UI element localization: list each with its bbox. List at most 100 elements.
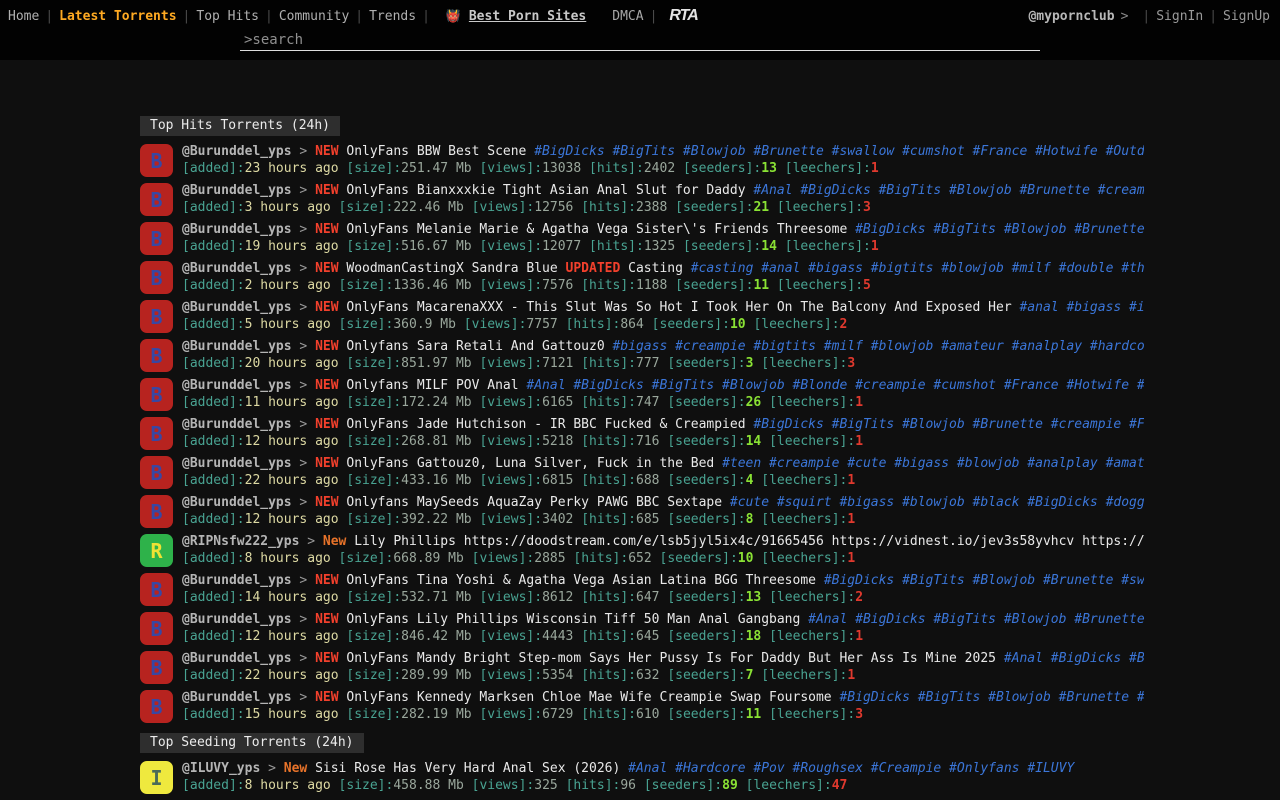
torrent-title[interactable]: OnlyFans MacarenaXXX - This Slut Was So … [346,300,1011,315]
user-avatar[interactable]: I [140,761,173,794]
user-avatar[interactable]: B [140,183,173,216]
torrent-title[interactable]: Onlyfans MILF POV Anal [346,378,518,393]
username-link[interactable]: @RIPNsfw222_yps [182,534,299,549]
user-avatar[interactable]: B [140,417,173,450]
user-avatar[interactable]: B [140,651,173,684]
username-link[interactable]: @Burunddel_yps [182,456,292,471]
signin-link[interactable]: SignIn [1156,9,1203,24]
torrent-row[interactable]: B@Burunddel_yps > NEW OnlyFans Tina Yosh… [140,573,1280,606]
user-avatar[interactable]: B [140,573,173,606]
torrent-row[interactable]: B@Burunddel_yps > NEW WoodmanCastingX Sa… [140,261,1280,294]
torrent-row[interactable]: B@Burunddel_yps > NEW OnlyFans Gattouz0,… [140,456,1280,489]
torrent-tags[interactable]: #teen #creampie #cute #bigass #blowjob #… [722,456,1144,471]
torrent-title[interactable]: OnlyFans Bianxxxkie Tight Asian Anal Slu… [346,183,745,198]
torrent-tags[interactable]: #Anal #BigDicks #BigTits #Blowjob #Brune… [753,183,1144,198]
best-porn-sites-link[interactable]: Best Porn Sites [469,9,586,24]
torrent-tags[interactable]: #casting #anal #bigass #bigtits #blowjob… [691,261,1144,276]
torrent-title[interactable]: WoodmanCastingX Sandra Blue [346,261,557,276]
username-link[interactable]: @Burunddel_yps [182,300,292,315]
user-avatar[interactable]: B [140,222,173,255]
user-avatar[interactable]: R [140,534,173,567]
torrent-title[interactable]: OnlyFans Mandy Bright Step-mom Says Her … [346,651,996,666]
stat-label-hits: [hits]: [589,239,644,254]
username-link[interactable]: @Burunddel_yps [182,651,292,666]
search-input[interactable] [240,31,1040,51]
torrent-tags[interactable]: #BigDicks #BigTits #Blowjob #Brunette #s… [855,222,1144,237]
stat-label-added: [added]: [182,278,245,293]
torrent-tags[interactable]: #Anal #BigDicks #BigTits #Blowjob #Blond… [526,378,1144,393]
torrent-title[interactable]: OnlyFans Melanie Marie & Agatha Vega Sis… [346,222,847,237]
torrent-row[interactable]: B@Burunddel_yps > NEW Onlyfans MaySeeds … [140,495,1280,528]
torrent-row[interactable]: B@Burunddel_yps > NEW OnlyFans Lily Phil… [140,612,1280,645]
nav-item-trends[interactable]: Trends [369,9,416,24]
torrent-tags[interactable]: #bigass #creampie #bigtits #milf #blowjo… [612,339,1144,354]
torrent-title[interactable]: Sisi Rose Has Very Hard Anal Sex (2026) [315,761,620,776]
user-avatar[interactable]: B [140,495,173,528]
account-link[interactable]: @mypornclub [1028,9,1114,24]
username-link[interactable]: @Burunddel_yps [182,612,292,627]
torrent-tags[interactable]: #Anal #BigDicks #BigTits #Blowjob #Brune… [808,612,1144,627]
torrent-tags[interactable]: #cute #squirt #bigass #blowjob #black #B… [730,495,1144,510]
torrent-title[interactable]: Onlyfans MaySeeds AquaZay Perky PAWG BBC… [346,495,722,510]
stat-label-added: [added]: [182,161,245,176]
torrent-row[interactable]: B@Burunddel_yps > NEW OnlyFans Mandy Bri… [140,651,1280,684]
torrent-tags[interactable]: #BigDicks #BigTits #Blowjob #Brunette #s… [839,690,1144,705]
torrent-title[interactable]: Casting [628,261,683,276]
username-link[interactable]: @Burunddel_yps [182,573,292,588]
torrent-tags[interactable]: #Anal #BigDicks #BigTits … [1004,651,1144,666]
user-avatar[interactable]: B [140,339,173,372]
dmca-link[interactable]: DMCA [612,9,643,24]
torrent-tags[interactable]: #BigDicks #BigTits #Blowjob #Brunette #s… [534,144,1144,159]
torrent-title[interactable]: OnlyFans Kennedy Marksen Chloe Mae Wife … [346,690,831,705]
rta-logo: RTA [669,7,697,25]
user-avatar[interactable]: B [140,144,173,177]
torrent-row[interactable]: B@Burunddel_yps > NEW Onlyfans Sara Reta… [140,339,1280,372]
torrent-title[interactable]: OnlyFans Gattouz0, Luna Silver, Fuck in … [346,456,714,471]
torrent-title[interactable]: OnlyFans BBW Best Scene [346,144,526,159]
signup-link[interactable]: SignUp [1223,9,1270,24]
nav-item-community[interactable]: Community [279,9,349,24]
torrent-row[interactable]: B@Burunddel_yps > NEW OnlyFans BBW Best … [140,144,1280,177]
nav-item-latest-torrents[interactable]: Latest Torrents [59,9,176,24]
stat-value-views: 6165 [542,395,573,410]
username-link[interactable]: @Burunddel_yps [182,378,292,393]
torrent-row[interactable]: B@Burunddel_yps > NEW OnlyFans Melanie M… [140,222,1280,255]
user-avatar[interactable]: B [140,261,173,294]
user-avatar[interactable]: B [140,378,173,411]
torrent-tags[interactable]: #BigDicks #BigTits #Blowjob #Brunette #c… [753,417,1144,432]
stat-label-hits: [hits]: [581,278,636,293]
torrent-row[interactable]: B@Burunddel_yps > NEW Onlyfans MILF POV … [140,378,1280,411]
username-link[interactable]: @Burunddel_yps [182,144,292,159]
torrent-row[interactable]: I@ILUVY_yps > New Sisi Rose Has Very Har… [140,761,1280,794]
torrent-tags[interactable]: #Anal #Hardcore #Pov #Roughsex #Creampie… [628,761,1074,776]
torrent-row[interactable]: B@Burunddel_yps > NEW OnlyFans Bianxxxki… [140,183,1280,216]
stat-label-added: [added]: [182,356,245,371]
torrent-row[interactable]: B@Burunddel_yps > NEW OnlyFans Jade Hutc… [140,417,1280,450]
torrent-title[interactable]: OnlyFans Lily Phillips Wisconsin Tiff 50… [346,612,800,627]
nav-item-top-hits[interactable]: Top Hits [196,9,259,24]
torrent-title[interactable]: Lily Phillips https://doodstream.com/e/l… [354,534,1144,549]
username-link[interactable]: @Burunddel_yps [182,261,292,276]
torrent-row[interactable]: B@Burunddel_yps > NEW OnlyFans Kennedy M… [140,690,1280,723]
user-avatar[interactable]: B [140,612,173,645]
username-link[interactable]: @Burunddel_yps [182,495,292,510]
username-link[interactable]: @Burunddel_yps [182,339,292,354]
nav-item-home[interactable]: Home [8,9,39,24]
username-link[interactable]: @Burunddel_yps [182,690,292,705]
demon-icon: 👹 [446,9,461,23]
torrent-tags[interactable]: #BigDicks #BigTits #Blowjob #Brunette #s… [824,573,1144,588]
torrent-title[interactable]: Onlyfans Sara Retali And Gattouz0 [346,339,604,354]
torrent-title[interactable]: OnlyFans Jade Hutchison - IR BBC Fucked … [346,417,745,432]
username-link[interactable]: @Burunddel_yps [182,222,292,237]
torrent-tags[interactable]: #anal #bigass #interrac… [1019,300,1144,315]
stat-value-added: 15 hours ago [245,707,339,722]
user-avatar[interactable]: B [140,300,173,333]
torrent-title[interactable]: OnlyFans Tina Yoshi & Agatha Vega Asian … [346,573,816,588]
torrent-row[interactable]: R@RIPNsfw222_yps > New Lily Phillips htt… [140,534,1280,567]
user-avatar[interactable]: B [140,690,173,723]
user-avatar[interactable]: B [140,456,173,489]
username-link[interactable]: @Burunddel_yps [182,183,292,198]
torrent-row[interactable]: B@Burunddel_yps > NEW OnlyFans MacarenaX… [140,300,1280,333]
username-link[interactable]: @Burunddel_yps [182,417,292,432]
username-link[interactable]: @ILUVY_yps [182,761,260,776]
